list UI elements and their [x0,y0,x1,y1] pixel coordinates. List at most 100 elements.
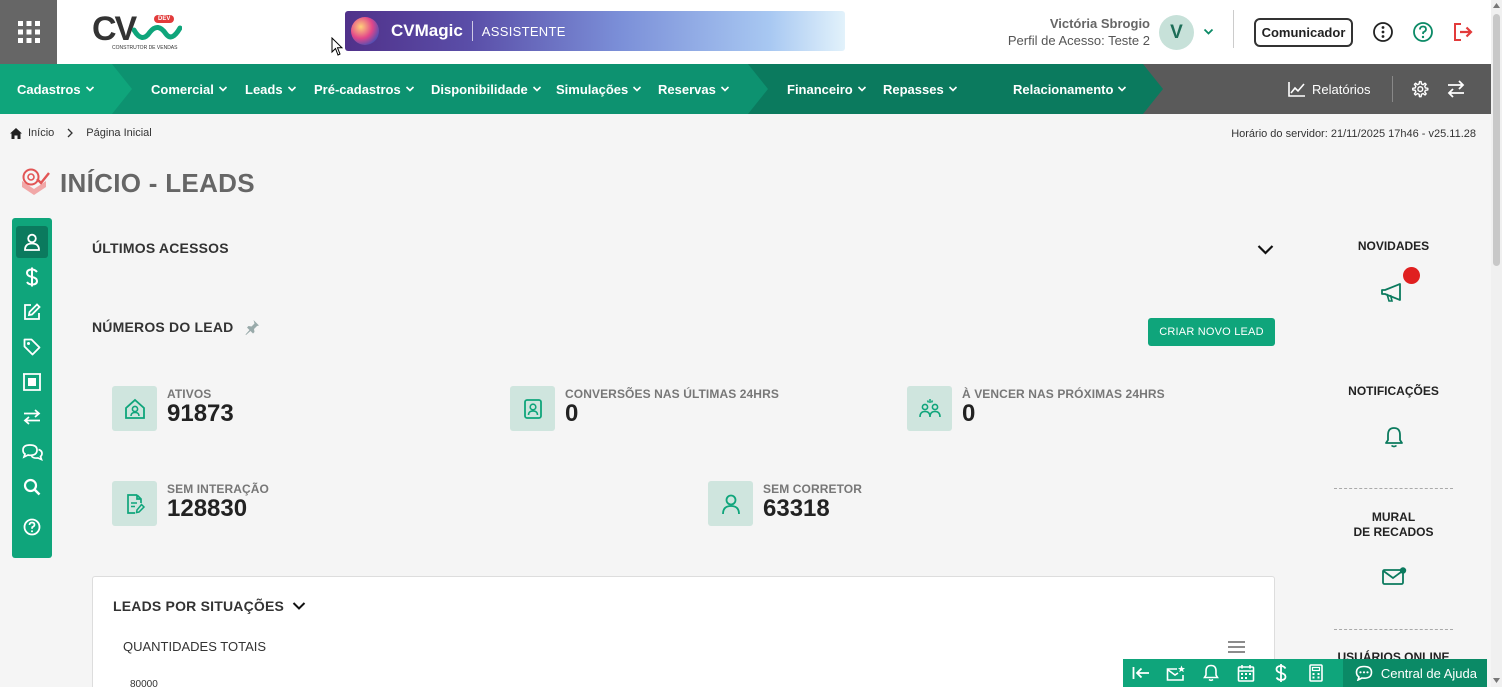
apps-menu-button[interactable] [0,0,57,64]
scroll-up-icon[interactable] [1492,2,1501,9]
stat-label: À VENCER NAS PRÓXIMAS 24HRS [962,387,1165,401]
nav-label: Repasses [883,81,944,97]
quick-leads-button[interactable] [16,226,48,258]
mail-star-icon [1166,665,1185,681]
calendar-icon [1237,665,1254,682]
nav-disponibilidade[interactable]: Disponibilidade [431,64,542,114]
quick-search-button[interactable] [16,471,48,503]
logo-wave-icon [132,25,182,40]
situacoes-title: LEADS POR SITUAÇÕES [113,598,285,614]
mail-icon[interactable] [1381,566,1407,586]
breadcrumb-current: Página Inicial [86,127,152,139]
nav-cadastros[interactable]: Cadastros [17,64,95,114]
nav-label: Comercial [151,81,214,97]
stat-a-vencer[interactable]: À VENCER NAS PRÓXIMAS 24HRS 0 [907,386,1165,431]
nav-pre-cadastros[interactable]: Pré-cadastros [314,64,415,114]
nav-label: Pré-cadastros [314,81,401,97]
pin-icon[interactable] [244,319,260,335]
quick-help-button[interactable] [16,511,48,543]
quick-transfer-button[interactable] [16,401,48,433]
chevron-down-icon [720,86,729,92]
quick-tag-button[interactable] [16,331,48,363]
bell-icon [1202,664,1219,682]
calculator-icon [1308,664,1323,682]
tag-icon [23,338,41,356]
ultimos-acessos-title: ÚLTIMOS ACESSOS [92,240,229,256]
stat-icon-box [708,481,753,526]
scrollbar-thumb[interactable] [1493,14,1500,266]
help-circle-icon[interactable] [1412,21,1434,43]
toolbar-notifications-button[interactable] [1193,659,1228,687]
person-icon [721,494,740,514]
leads-target-icon [22,168,50,195]
comunicador-button[interactable]: Comunicador [1254,18,1353,47]
arrow-collapse-left-icon [1132,667,1149,679]
nav-leads[interactable]: Leads [245,64,297,114]
user-profile: Perfil de Acesso: Teste 2 [1007,33,1150,48]
stat-label: SEM INTERAÇÃO [167,482,269,496]
chevron-down-icon[interactable] [292,601,306,611]
mouse-cursor-icon [331,37,343,56]
help-circle-icon [23,518,41,536]
logout-icon[interactable] [1452,21,1474,43]
nav-label: Leads [245,81,283,97]
logo-tagline: CONSTRUTOR DE VENDAS [112,45,178,51]
house-icon [124,398,145,419]
cvmagic-assistant-button[interactable]: CVMagic ASSISTENTE [345,11,845,51]
nav-label: Cadastros [17,81,81,97]
nav-financeiro[interactable]: Financeiro [787,64,867,114]
stat-ativos[interactable]: ATIVOS 91873 [112,386,234,431]
collapse-toolbar-button[interactable] [1123,659,1158,687]
users-alert-icon [918,398,941,417]
chevron-down-icon [287,86,296,92]
nav-relacionamento[interactable]: Relacionamento [1013,64,1127,114]
nav-simulacoes[interactable]: Simulações [556,64,642,114]
stat-label: ATIVOS [167,387,212,401]
central-ajuda-button[interactable]: Central de Ajuda [1342,659,1487,687]
toolbar-calculator-button[interactable] [1298,659,1333,687]
megaphone-icon[interactable] [1380,282,1408,304]
cv-logo[interactable]: CV DEV CONSTRUTOR DE VENDAS [90,10,185,54]
stat-value: 91873 [167,400,234,427]
quick-edit-button[interactable] [16,296,48,328]
chart-line-icon [1288,82,1305,97]
header-divider [1233,10,1234,48]
nav-divider [1392,76,1393,102]
server-time: Horário do servidor: 21/11/2025 17h46 - … [1231,128,1476,140]
chevron-down-icon [857,86,866,92]
stat-conversoes[interactable]: CONVERSÕES NAS ÚLTIMAS 24HRS 0 [510,386,779,431]
nav-reservas[interactable]: Reservas [658,64,730,114]
toolbar-financeiro-button[interactable] [1263,659,1298,687]
breadcrumb-home-link[interactable]: Início [28,127,54,139]
numeros-lead-title: NÚMEROS DO LEAD [92,319,234,335]
toolbar-calendar-button[interactable] [1228,659,1263,687]
swap-arrows-icon[interactable] [1446,80,1466,98]
avatar[interactable]: V [1159,15,1194,50]
chat-bubbles-icon [22,444,43,461]
bell-icon[interactable] [1384,426,1404,448]
building-unit-icon [23,373,41,391]
chevron-down-icon [532,86,541,92]
more-options-icon[interactable] [1372,21,1394,43]
nav-comercial[interactable]: Comercial [151,64,228,114]
nav-repasses[interactable]: Repasses [883,64,958,114]
stat-sem-interacao[interactable]: SEM INTERAÇÃO 128830 [112,481,269,526]
stat-value: 63318 [763,495,830,522]
nav-relatorios[interactable]: Relatórios [1288,64,1371,114]
create-lead-button[interactable]: CRIAR NOVO LEAD [1148,318,1275,346]
hamburger-menu-icon[interactable] [1228,641,1245,653]
user-menu-chevron-icon[interactable] [1203,28,1214,36]
chevron-down-icon [85,86,94,92]
collapse-chevron-icon[interactable] [1257,244,1274,255]
help-label: Central de Ajuda [1380,665,1477,681]
stat-icon-box [112,481,157,526]
gear-icon[interactable] [1410,80,1429,99]
quick-financeiro-button[interactable] [16,261,48,293]
quick-chat-button[interactable] [16,436,48,468]
stat-label: SEM CORRETOR [763,482,862,496]
chevron-down-icon [405,86,414,92]
stat-sem-corretor[interactable]: SEM CORRETOR 63318 [708,481,862,526]
quick-unit-button[interactable] [16,366,48,398]
scroll-down-icon[interactable] [1492,677,1501,684]
toolbar-mail-button[interactable] [1158,659,1193,687]
